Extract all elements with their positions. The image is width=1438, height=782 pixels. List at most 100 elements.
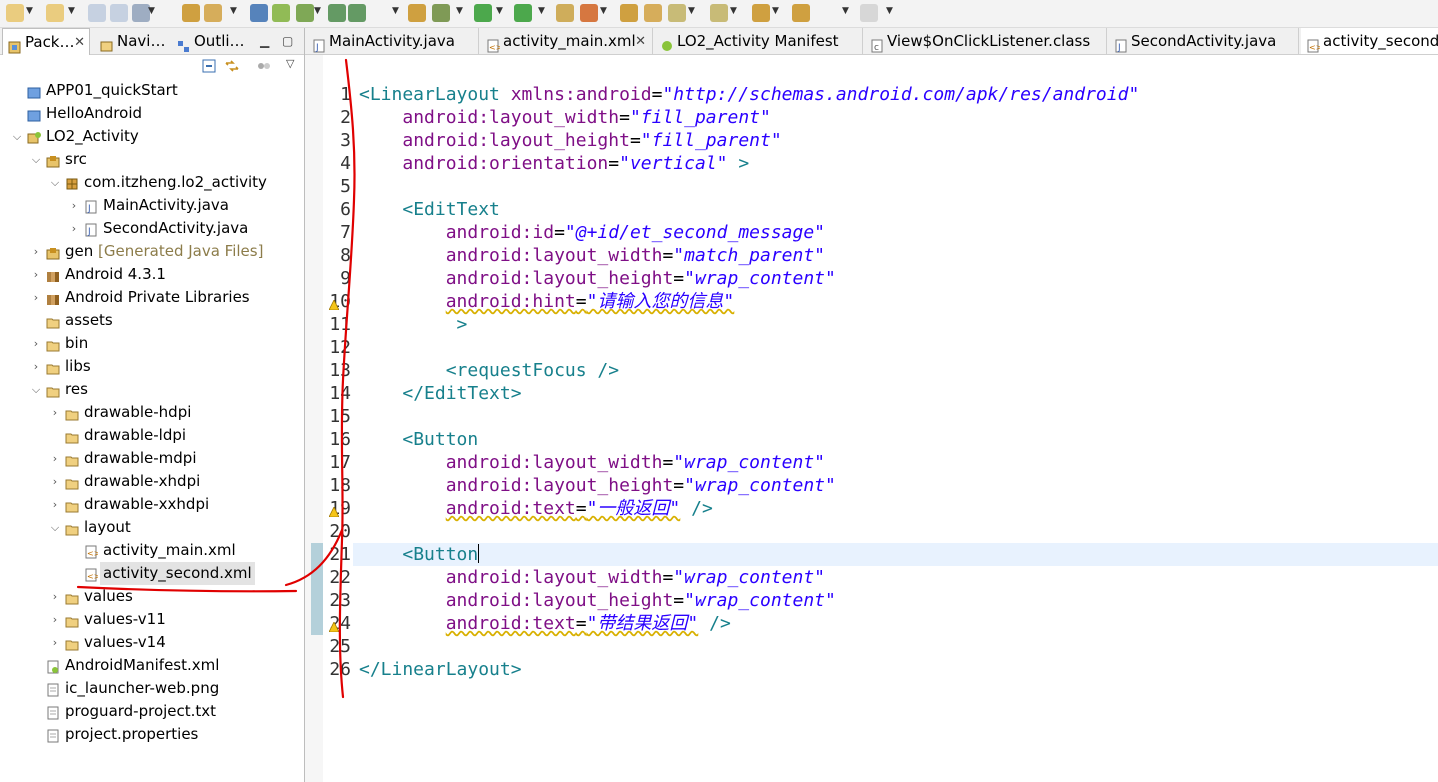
tree-item[interactable]: › bin [0, 332, 304, 355]
tab-package-explorer[interactable]: Pack… ✕ [2, 28, 90, 55]
dropdown-arrow-icon[interactable]: ▼ [600, 6, 607, 16]
next-annotation-icon[interactable] [668, 4, 686, 22]
new-class-icon[interactable] [580, 4, 598, 22]
run-icon[interactable] [474, 4, 492, 22]
tree-item[interactable]: AndroidManifest.xml [0, 654, 304, 677]
tree-item[interactable]: › drawable-xxhdpi [0, 493, 304, 516]
warning-icon[interactable] [328, 503, 340, 518]
tree-item[interactable]: ⌵ res [0, 378, 304, 401]
close-icon[interactable]: ✕ [635, 28, 646, 54]
editor-tab[interactable]: LO2_Activity Manifest [655, 28, 863, 54]
view-menu-icon[interactable]: ▽ [286, 57, 294, 70]
forward-icon[interactable] [860, 4, 878, 22]
run-lint-icon[interactable] [348, 4, 366, 22]
tab-outline[interactable]: Outli… [172, 28, 248, 55]
collapse-all-icon[interactable] [202, 59, 216, 77]
prev-annotation-icon[interactable] [710, 4, 728, 22]
tree-item[interactable]: ⌵ com.itzheng.lo2_activity [0, 171, 304, 194]
debug-icon[interactable] [432, 4, 450, 22]
tree-item[interactable]: › libs [0, 355, 304, 378]
editor-tab[interactable]: <>activity_main.xml✕ [481, 28, 653, 54]
tree-item[interactable]: › drawable-hdpi [0, 401, 304, 424]
xml-source-editor[interactable]: <LinearLayout xmlns:android="http://sche… [353, 55, 1438, 782]
warning-icon[interactable] [328, 296, 340, 311]
expanded-chevron-icon[interactable]: ⌵ [29, 378, 43, 401]
tree-item[interactable]: › drawable-mdpi [0, 447, 304, 470]
dropdown-arrow-icon[interactable]: ▼ [148, 6, 155, 16]
link-with-editor-icon[interactable] [224, 59, 240, 77]
back-icon[interactable] [792, 4, 810, 22]
editor-tab[interactable]: c View$OnClickListener.class [865, 28, 1107, 54]
editor-tab[interactable]: J SecondActivity.java [1109, 28, 1299, 54]
dropdown-arrow-icon[interactable]: ▼ [392, 6, 399, 16]
collapsed-chevron-icon[interactable]: › [48, 447, 62, 470]
dropdown-arrow-icon[interactable]: ▼ [230, 6, 237, 16]
open-type-icon[interactable] [182, 4, 200, 22]
tree-item[interactable]: project.properties [0, 723, 304, 746]
tree-item[interactable]: › J SecondActivity.java [0, 217, 304, 240]
collapsed-chevron-icon[interactable]: › [29, 332, 43, 355]
tree-item[interactable]: HelloAndroid [0, 102, 304, 125]
tree-item[interactable]: ⌵ layout [0, 516, 304, 539]
external-tools-icon[interactable] [514, 4, 532, 22]
tree-item[interactable]: › Android Private Libraries [0, 286, 304, 309]
editor-tab[interactable]: <>activity_second. [1301, 28, 1438, 54]
expanded-chevron-icon[interactable]: ⌵ [10, 125, 24, 148]
save-icon[interactable] [88, 4, 106, 22]
dropdown-arrow-icon[interactable]: ▼ [496, 6, 503, 16]
new-icon[interactable] [46, 4, 64, 22]
collapsed-chevron-icon[interactable]: › [48, 493, 62, 516]
tree-item[interactable]: drawable-ldpi [0, 424, 304, 447]
new-wizard-icon[interactable] [6, 4, 24, 22]
tree-item[interactable]: <> activity_second.xml [0, 562, 304, 585]
dropdown-arrow-icon[interactable]: ▼ [730, 6, 737, 16]
tree-item[interactable]: proguard-project.txt [0, 700, 304, 723]
collapsed-chevron-icon[interactable]: › [67, 217, 81, 240]
dropdown-arrow-icon[interactable]: ▼ [772, 6, 779, 16]
tree-item[interactable]: assets [0, 309, 304, 332]
editor-tab[interactable]: J MainActivity.java [307, 28, 479, 54]
dropdown-arrow-icon[interactable]: ▼ [538, 6, 545, 16]
avd-manager-icon[interactable] [296, 4, 314, 22]
expanded-chevron-icon[interactable]: ⌵ [29, 148, 43, 171]
new-android-project-icon[interactable] [408, 4, 426, 22]
tree-item[interactable]: <> activity_main.xml [0, 539, 304, 562]
warning-icon[interactable] [328, 618, 340, 633]
collapsed-chevron-icon[interactable]: › [67, 194, 81, 217]
tree-item[interactable]: ⌵ src [0, 148, 304, 171]
dropdown-arrow-icon[interactable]: ▼ [842, 6, 849, 16]
tree-item[interactable]: › values [0, 585, 304, 608]
collapsed-chevron-icon[interactable]: › [29, 286, 43, 309]
tree-item[interactable]: ic_launcher-web.png [0, 677, 304, 700]
collapsed-chevron-icon[interactable]: › [29, 263, 43, 286]
collapsed-chevron-icon[interactable]: › [48, 608, 62, 631]
open-folder-icon[interactable] [620, 4, 638, 22]
dropdown-arrow-icon[interactable]: ▼ [68, 6, 75, 16]
collapsed-chevron-icon[interactable]: › [29, 355, 43, 378]
tree-item[interactable]: › gen [Generated Java Files] [0, 240, 304, 263]
tab-navigator[interactable]: Navi… [95, 28, 167, 55]
close-icon[interactable]: ✕ [74, 29, 85, 56]
dropdown-arrow-icon[interactable]: ▼ [688, 6, 695, 16]
dropdown-arrow-icon[interactable]: ▼ [886, 6, 893, 16]
tree-item[interactable]: › values-v14 [0, 631, 304, 654]
dropdown-arrow-icon[interactable]: ▼ [314, 6, 321, 16]
tree-item[interactable]: APP01_quickStart [0, 79, 304, 102]
maximize-icon[interactable]: ▢ [282, 34, 293, 48]
tree-item[interactable]: › Android 4.3.1 [0, 263, 304, 286]
collapsed-chevron-icon[interactable]: › [48, 631, 62, 654]
focus-task-icon[interactable] [256, 59, 272, 77]
search-icon[interactable] [644, 4, 662, 22]
tree-item[interactable]: › J MainActivity.java [0, 194, 304, 217]
collapsed-chevron-icon[interactable]: › [48, 401, 62, 424]
last-edit-icon[interactable] [752, 4, 770, 22]
pin-icon[interactable] [250, 4, 268, 22]
open-package-icon[interactable] [556, 4, 574, 22]
dropdown-arrow-icon[interactable]: ▼ [26, 6, 33, 16]
collapsed-chevron-icon[interactable]: › [48, 585, 62, 608]
tree-item[interactable]: ⌵ LO2_Activity [0, 125, 304, 148]
open-task-icon[interactable] [204, 4, 222, 22]
save-all-icon[interactable] [110, 4, 128, 22]
android-sdk-icon[interactable] [272, 4, 290, 22]
collapsed-chevron-icon[interactable]: › [48, 470, 62, 493]
